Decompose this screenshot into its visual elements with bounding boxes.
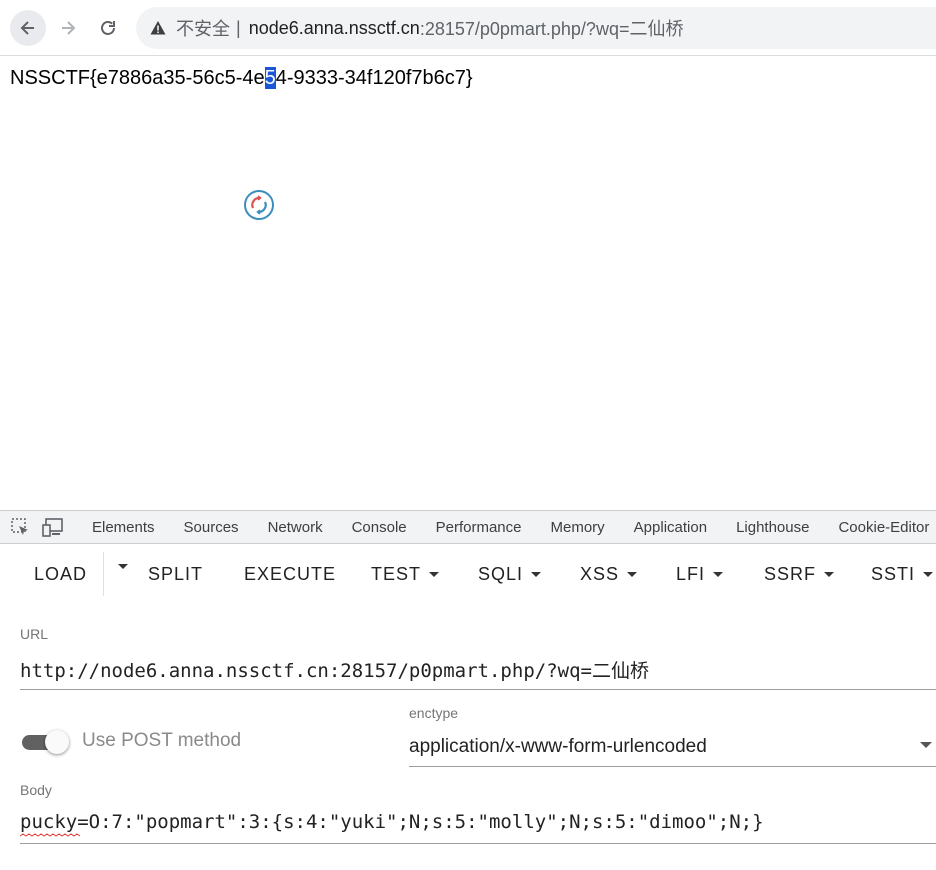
flag-text-selection: 5: [264, 67, 276, 89]
enctype-underline: [409, 766, 936, 767]
hackbar-panel: LOAD SPLIT EXECUTE TEST SQLI XSS LFI SSR…: [0, 544, 936, 870]
load-button[interactable]: LOAD: [34, 564, 87, 585]
caret-down-icon: [118, 564, 128, 569]
loading-spinner-icon: [244, 190, 274, 220]
tab-sources[interactable]: Sources: [184, 519, 239, 536]
browser-toolbar: 不安全 | node6.anna.nssctf.cn:28157/p0pmart…: [0, 0, 936, 56]
caret-down-icon: [923, 572, 934, 577]
sqli-menu[interactable]: SQLI: [478, 564, 542, 585]
tab-network[interactable]: Network: [268, 519, 323, 536]
flag-text: NSSCTF{e7886a35-56c5-4e54-9333-34f120f7b…: [10, 67, 473, 90]
reload-button[interactable]: [90, 10, 126, 46]
url-field-underline: [20, 689, 936, 690]
toggle-thumb: [45, 730, 69, 754]
tab-console[interactable]: Console: [352, 519, 407, 536]
xss-menu-label: XSS: [580, 564, 620, 584]
ssti-menu[interactable]: SSTI: [871, 564, 934, 585]
post-method-label: Use POST method: [82, 730, 242, 751]
ssrf-menu-label: SSRF: [764, 564, 817, 584]
spellcheck-squiggle: [20, 833, 80, 837]
devtools-tab-bar: Elements Sources Network Console Perform…: [0, 510, 936, 544]
tab-performance[interactable]: Performance: [436, 519, 522, 536]
url-path: :28157/p0pmart.php/?wq=二仙桥: [419, 19, 684, 39]
enctype-select[interactable]: application/x-www-form-urlencoded: [409, 736, 707, 758]
caret-down-icon: [531, 572, 542, 577]
device-toolbar-icon[interactable]: [42, 516, 64, 538]
caret-down-icon: [429, 572, 440, 577]
tab-memory[interactable]: Memory: [551, 519, 605, 536]
url-field[interactable]: http://node6.anna.nssctf.cn:28157/p0pmar…: [20, 656, 649, 683]
body-field[interactable]: pucky=O:7:"popmart":3:{s:4:"yuki";N;s:5:…: [20, 811, 764, 833]
body-field-underline: [20, 843, 936, 844]
reload-icon: [101, 21, 115, 35]
test-menu-label: TEST: [371, 564, 422, 584]
execute-button[interactable]: EXECUTE: [244, 564, 336, 585]
caret-down-icon: [824, 572, 835, 577]
address-bar[interactable]: 不安全 | node6.anna.nssctf.cn:28157/p0pmart…: [136, 7, 936, 49]
xss-menu[interactable]: XSS: [580, 564, 638, 585]
tab-cookie-editor[interactable]: Cookie-Editor: [838, 519, 929, 536]
ssrf-menu[interactable]: SSRF: [764, 564, 835, 585]
post-method-toggle[interactable]: [22, 730, 72, 754]
menu-separator: [103, 552, 104, 596]
caret-down-icon: [627, 572, 638, 577]
security-label[interactable]: 不安全: [176, 15, 230, 41]
back-button[interactable]: [10, 10, 46, 46]
arrow-right-icon: [62, 21, 76, 35]
split-button[interactable]: SPLIT: [148, 564, 203, 585]
test-menu[interactable]: TEST: [371, 564, 440, 585]
body-field-label: Body: [20, 782, 52, 798]
flag-text-end: 4-9333-34f120f7b6c7}: [275, 67, 473, 89]
flag-text-start: NSSCTF{e7886a35-56c5-4e: [10, 67, 265, 89]
enctype-label: enctype: [409, 705, 459, 721]
url-field-label: URL: [20, 626, 49, 642]
inspect-element-icon[interactable]: [10, 516, 30, 538]
arrow-left-icon: [20, 21, 34, 35]
sqli-menu-label: SQLI: [478, 564, 524, 584]
url-host: node6.anna.nssctf.cn: [248, 17, 420, 38]
omnibox-separator: |: [236, 17, 241, 38]
ssti-menu-label: SSTI: [871, 564, 916, 584]
lfi-menu[interactable]: LFI: [676, 564, 724, 585]
tab-lighthouse[interactable]: Lighthouse: [736, 519, 809, 536]
forward-button[interactable]: [50, 10, 86, 46]
page-content: NSSCTF{e7886a35-56c5-4e54-9333-34f120f7b…: [0, 56, 936, 510]
lfi-menu-label: LFI: [676, 564, 706, 584]
load-dropdown-button[interactable]: [110, 564, 128, 569]
tab-elements[interactable]: Elements: [92, 519, 155, 536]
caret-down-icon: [713, 572, 724, 577]
tab-application[interactable]: Application: [634, 519, 707, 536]
hackbar-menu: LOAD SPLIT EXECUTE TEST SQLI XSS LFI SSR…: [0, 544, 936, 606]
dropdown-arrow-icon[interactable]: [920, 742, 932, 748]
warning-icon: [150, 19, 168, 37]
